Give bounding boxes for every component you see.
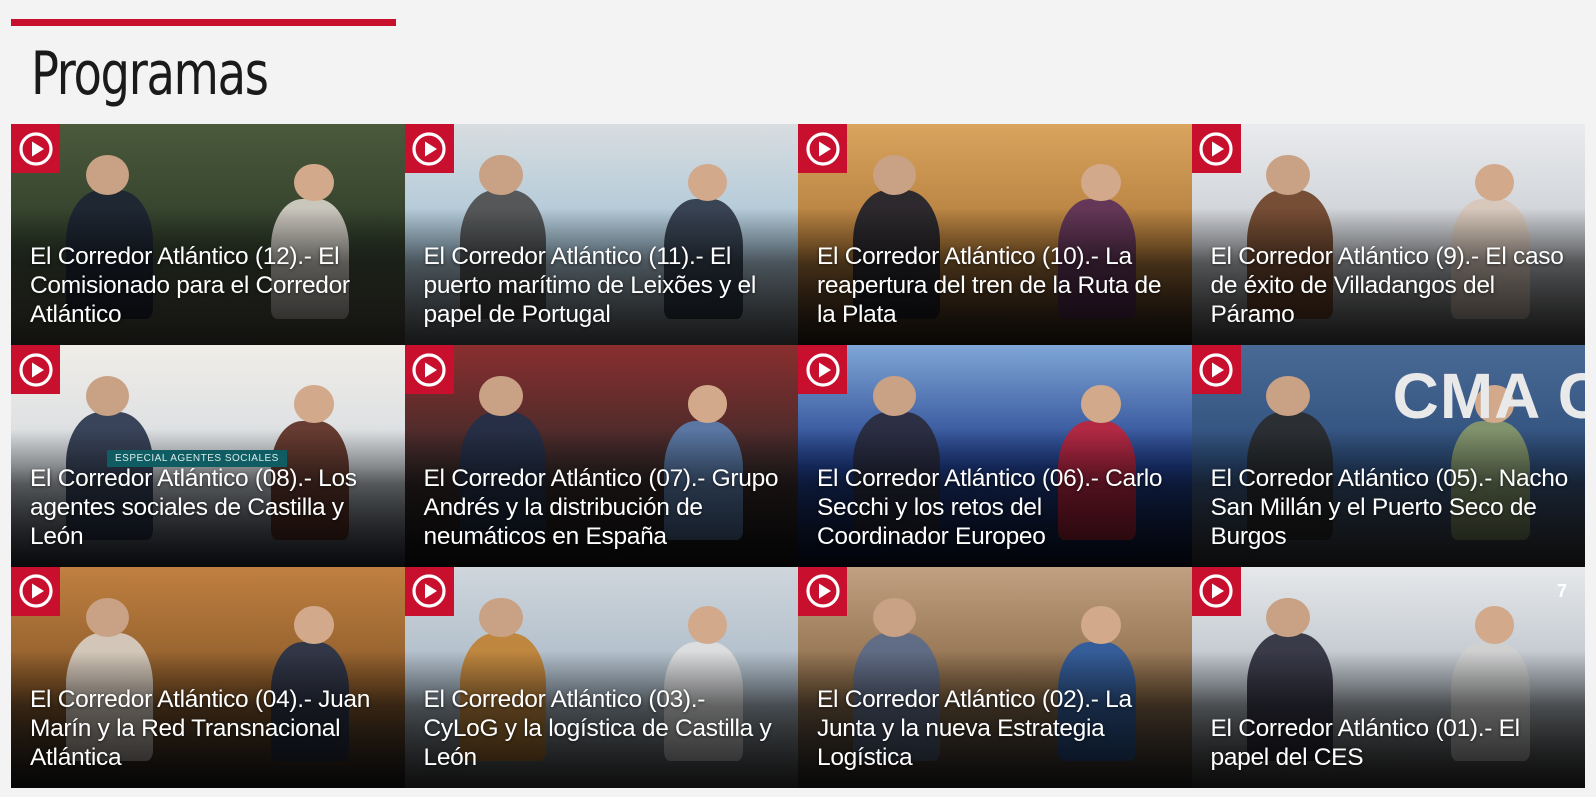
- person-head: [479, 154, 523, 195]
- play-circle-icon: [805, 353, 840, 387]
- play-button[interactable]: [404, 124, 454, 173]
- play-circle-icon: [805, 574, 840, 608]
- play-circle-icon: [412, 131, 446, 166]
- play-button[interactable]: [1191, 566, 1241, 616]
- person-head: [85, 376, 130, 417]
- section-accent-bar: [11, 19, 396, 26]
- person-head: [687, 163, 728, 202]
- program-card[interactable]: ESPECIAL AGENTES SOCIALES El Corredor Atl…: [11, 345, 405, 567]
- programs-grid: El Corredor Atlántico (12).- El Comision…: [11, 124, 1585, 788]
- program-card[interactable]: El Corredor Atlántico (11).- El puerto m…: [404, 124, 798, 346]
- program-card[interactable]: El Corredor Atlántico (02).- La Junta y …: [798, 566, 1192, 788]
- section-title: Programas: [31, 39, 269, 109]
- person-head: [1266, 376, 1310, 417]
- play-circle-icon: [1199, 574, 1233, 608]
- program-card[interactable]: El Corredor Atlántico (12).- El Comision…: [11, 124, 405, 346]
- program-title[interactable]: El Corredor Atlántico (06).- Carlo Secch…: [817, 464, 1176, 551]
- channel-logo: 7: [1556, 580, 1567, 601]
- play-button[interactable]: [404, 566, 454, 616]
- person-head: [1474, 606, 1515, 645]
- program-title[interactable]: El Corredor Atlántico (9).- El caso de é…: [1211, 242, 1570, 329]
- program-card[interactable]: El Corredor Atlántico (04).- Juan Marín …: [11, 566, 405, 788]
- play-button[interactable]: [1191, 124, 1241, 173]
- play-circle-icon: [1199, 131, 1233, 166]
- person-head: [479, 376, 523, 417]
- person-head: [85, 597, 130, 638]
- person-head: [294, 606, 334, 645]
- play-button[interactable]: [798, 124, 847, 173]
- container-lettering: CMA C: [1392, 360, 1585, 433]
- program-card[interactable]: CMA C El Corredor Atlántico (05).- Nacho …: [1191, 345, 1585, 567]
- program-title[interactable]: El Corredor Atlántico (10).- La reapertu…: [817, 242, 1176, 329]
- program-title[interactable]: El Corredor Atlántico (01).- El papel de…: [1211, 714, 1570, 772]
- program-title[interactable]: El Corredor Atlántico (05).- Nacho San M…: [1211, 464, 1570, 551]
- program-card[interactable]: El Corredor Atlántico (07).- Grupo André…: [404, 345, 798, 567]
- person-head: [1081, 163, 1121, 202]
- program-title[interactable]: El Corredor Atlántico (12).- El Comision…: [30, 242, 389, 329]
- person-head: [294, 385, 334, 423]
- program-card[interactable]: 7 El Corredor Atlántico (01).- El papel d…: [1191, 566, 1585, 788]
- play-circle-icon: [18, 574, 53, 608]
- play-button[interactable]: [798, 566, 847, 616]
- person-head: [1266, 597, 1310, 638]
- program-title[interactable]: El Corredor Atlántico (08).- Los agentes…: [30, 464, 389, 551]
- person-head: [1266, 154, 1310, 195]
- program-card[interactable]: El Corredor Atlántico (10).- La reapertu…: [798, 124, 1192, 346]
- program-title[interactable]: El Corredor Atlántico (04).- Juan Marín …: [30, 685, 389, 772]
- play-button[interactable]: [1191, 345, 1241, 395]
- program-card[interactable]: El Corredor Atlántico (06).- Carlo Secch…: [798, 345, 1192, 567]
- play-circle-icon: [412, 574, 446, 608]
- person-head: [872, 376, 917, 417]
- play-button[interactable]: [404, 345, 454, 395]
- person-head: [1081, 606, 1121, 645]
- person-head: [687, 385, 728, 423]
- play-button[interactable]: [11, 566, 60, 616]
- program-card[interactable]: El Corredor Atlántico (03).- CyLoG y la …: [404, 566, 798, 788]
- program-title[interactable]: El Corredor Atlántico (02).- La Junta y …: [817, 685, 1176, 772]
- play-circle-icon: [805, 131, 840, 166]
- person-head: [872, 597, 917, 638]
- play-button[interactable]: [798, 345, 847, 395]
- person-head: [687, 606, 728, 645]
- person-head: [1081, 385, 1121, 423]
- person-head: [85, 154, 130, 195]
- play-button[interactable]: [11, 124, 60, 173]
- play-circle-icon: [1199, 353, 1233, 387]
- program-title[interactable]: El Corredor Atlántico (07).- Grupo André…: [424, 464, 783, 551]
- play-circle-icon: [18, 131, 53, 166]
- person-head: [872, 154, 917, 195]
- play-button[interactable]: [11, 345, 60, 395]
- person-head: [479, 597, 523, 638]
- program-title[interactable]: El Corredor Atlántico (11).- El puerto m…: [424, 242, 783, 329]
- program-title[interactable]: El Corredor Atlántico (03).- CyLoG y la …: [424, 685, 783, 772]
- person-head: [294, 163, 334, 202]
- play-circle-icon: [412, 353, 446, 387]
- person-head: [1474, 163, 1515, 202]
- play-circle-icon: [18, 353, 53, 387]
- program-card[interactable]: El Corredor Atlántico (9).- El caso de é…: [1191, 124, 1585, 346]
